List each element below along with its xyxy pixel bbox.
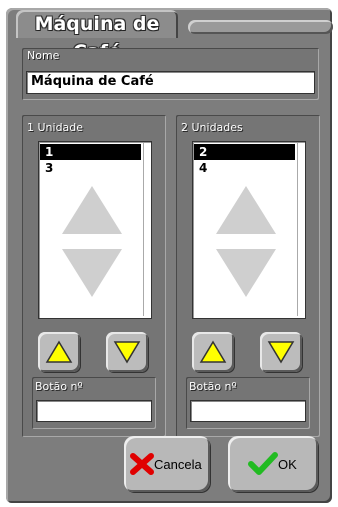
dialog-window: Máquina de Café Nome Máquina de Café 1 U… xyxy=(6,8,333,503)
triangle-up-icon xyxy=(45,340,73,363)
name-input[interactable]: Máquina de Café xyxy=(26,71,315,94)
right-unit-group: 2 Unidades 2 4 Botão nº xyxy=(176,115,320,437)
triangle-down-icon xyxy=(267,341,295,364)
name-panel: Nome Máquina de Café xyxy=(22,48,319,100)
cancel-button[interactable]: Cancela xyxy=(124,436,210,492)
ok-button-label: OK xyxy=(278,457,297,472)
green-check-icon xyxy=(248,452,278,475)
list-item[interactable]: 3 xyxy=(40,160,141,176)
right-list-scrollbar[interactable] xyxy=(297,143,303,316)
move-up-button[interactable] xyxy=(192,332,234,372)
right-unit-list[interactable]: 2 4 xyxy=(192,141,306,319)
button-number-label: Botão nº xyxy=(189,380,237,393)
title-bar-handle[interactable] xyxy=(188,20,333,34)
ok-button[interactable]: OK xyxy=(228,436,318,492)
left-button-number-panel: Botão nº xyxy=(32,377,156,429)
list-item[interactable]: 4 xyxy=(194,160,295,176)
red-x-icon xyxy=(130,453,154,475)
right-button-number-panel: Botão nº xyxy=(186,377,310,429)
name-input-value: Máquina de Café xyxy=(31,74,154,89)
move-up-button[interactable] xyxy=(38,332,80,372)
list-item[interactable]: 2 xyxy=(194,144,295,160)
triangle-up-icon xyxy=(62,186,122,234)
left-unit-label: 1 Unidade xyxy=(27,121,84,134)
list-item[interactable]: 1 xyxy=(40,144,141,160)
move-down-button[interactable] xyxy=(260,332,302,372)
left-button-number-input[interactable] xyxy=(36,400,152,422)
cancel-button-label: Cancela xyxy=(154,457,202,472)
triangle-down-icon xyxy=(113,341,141,364)
right-button-number-input[interactable] xyxy=(190,400,306,422)
move-down-button[interactable] xyxy=(106,332,148,372)
triangle-down-icon xyxy=(216,249,276,297)
window-title: Máquina de Café xyxy=(16,10,178,63)
triangle-up-icon xyxy=(199,340,227,363)
right-unit-label: 2 Unidades xyxy=(181,121,243,134)
left-unit-list[interactable]: 1 3 xyxy=(38,141,152,319)
name-label: Nome xyxy=(27,49,60,62)
left-unit-group: 1 Unidade 1 3 Botão nº xyxy=(22,115,166,437)
triangle-down-icon xyxy=(62,249,122,297)
left-list-scrollbar[interactable] xyxy=(143,143,149,316)
triangle-up-icon xyxy=(216,186,276,234)
button-number-label: Botão nº xyxy=(35,380,83,393)
